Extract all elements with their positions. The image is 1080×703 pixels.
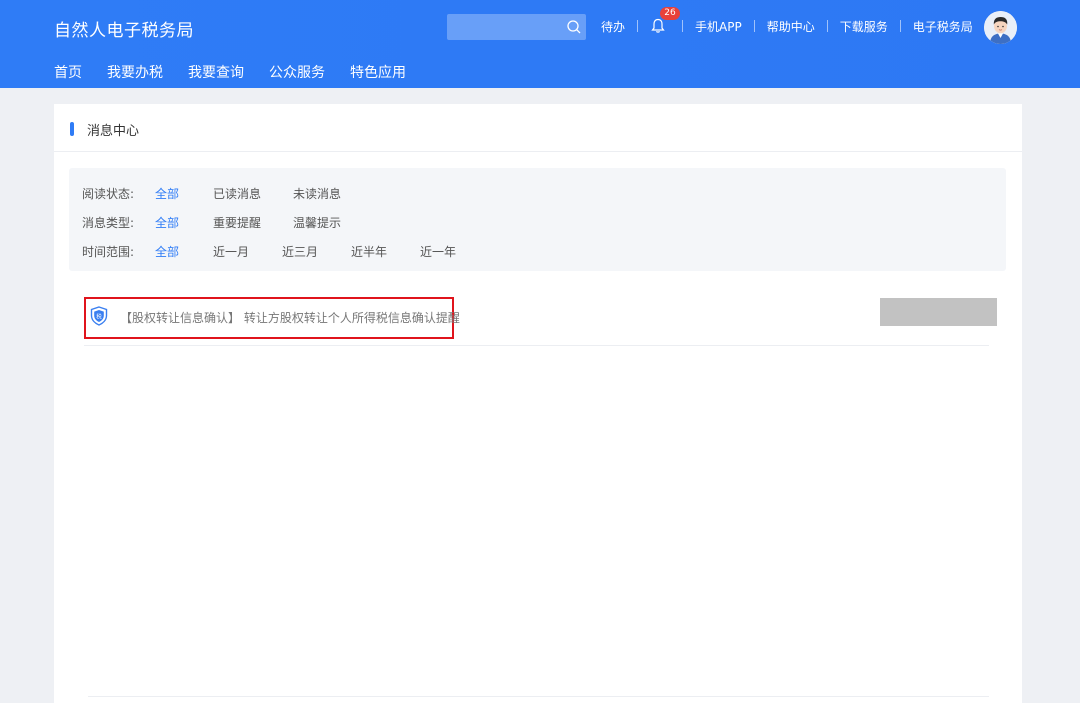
card-header: 消息中心: [54, 104, 1022, 152]
shield-glyph: 税: [96, 312, 102, 320]
divider: [753, 20, 755, 32]
nav-query[interactable]: 我要查询: [188, 62, 244, 82]
filter-read-status: 阅读状态: 全部 已读消息 未读消息: [82, 185, 341, 201]
user-avatar[interactable]: [984, 11, 1017, 44]
filter-label: 阅读状态:: [82, 186, 135, 201]
help-center-link[interactable]: 帮助中心: [767, 18, 815, 35]
filter-option-unread[interactable]: 未读消息: [293, 185, 341, 202]
filter-option-important[interactable]: 重要提醒: [213, 214, 293, 231]
search-icon[interactable]: [566, 19, 582, 35]
shield-icon: 税: [90, 306, 108, 326]
top-links: 待办 26 手机APP 帮助中心 下载服务 电子税务局: [601, 7, 973, 35]
filter-time-range: 时间范围: 全部 近一月 近三月 近半年 近一年: [82, 243, 456, 259]
avatar-icon: [984, 11, 1017, 44]
divider: [88, 696, 989, 697]
main-nav: 首页 我要办税 我要查询 公众服务 特色应用: [54, 62, 431, 82]
filter-option-3-months[interactable]: 近三月: [282, 243, 351, 260]
message-list: 税 【股权转让信息确认】 转让方股权转让个人所得税信息确认提醒: [84, 296, 997, 346]
filter-option-1-month[interactable]: 近一月: [213, 243, 282, 260]
nav-handle-tax[interactable]: 我要办税: [107, 62, 163, 82]
filter-label: 时间范围:: [82, 244, 135, 259]
download-service-link[interactable]: 下载服务: [840, 18, 888, 35]
filter-option-half-year[interactable]: 近半年: [351, 243, 420, 260]
divider: [899, 20, 901, 32]
message-action-button[interactable]: [880, 298, 997, 326]
page-title: 消息中心: [87, 124, 140, 139]
filter-message-type: 消息类型: 全部 重要提醒 温馨提示: [82, 214, 341, 230]
filter-option-all[interactable]: 全部: [155, 185, 213, 202]
site-brand[interactable]: 自然人电子税务局: [54, 16, 194, 41]
filter-option-1-year[interactable]: 近一年: [420, 243, 456, 260]
filter-panel: 阅读状态: 全部 已读消息 未读消息 消息类型: 全部 重要提醒 温馨提示 时间…: [69, 168, 1006, 271]
divider: [682, 20, 684, 32]
divider: [637, 20, 639, 32]
search-box[interactable]: [447, 14, 586, 40]
bell-icon: [651, 18, 665, 33]
message-center-card: 消息中心 阅读状态: 全部 已读消息 未读消息 消息类型: 全部 重要提醒 温馨…: [54, 104, 1022, 703]
top-header: 自然人电子税务局 待办 26 手机APP 帮助中心 下载服务 电子税务局 首页 …: [0, 0, 1080, 88]
filter-option-read[interactable]: 已读消息: [213, 185, 293, 202]
divider: [826, 20, 828, 32]
mobile-app-link[interactable]: 手机APP: [695, 18, 742, 35]
filter-option-all[interactable]: 全部: [155, 243, 213, 260]
title-accent-bar: [70, 122, 74, 136]
todo-link[interactable]: 待办: [601, 18, 625, 35]
e-tax-bureau-link[interactable]: 电子税务局: [913, 18, 973, 35]
list-item[interactable]: 税 【股权转让信息确认】 转让方股权转让个人所得税信息确认提醒: [84, 296, 997, 346]
nav-special-apps[interactable]: 特色应用: [350, 62, 406, 82]
notification-button[interactable]: 26: [650, 7, 681, 34]
filter-option-tips[interactable]: 温馨提示: [293, 214, 341, 231]
nav-public-service[interactable]: 公众服务: [269, 62, 325, 82]
message-title[interactable]: 【股权转让信息确认】 转让方股权转让个人所得税信息确认提醒: [120, 309, 460, 326]
notification-badge: 26: [660, 7, 681, 20]
nav-home[interactable]: 首页: [54, 62, 82, 82]
filter-option-all[interactable]: 全部: [155, 214, 213, 231]
filter-label: 消息类型:: [82, 215, 135, 230]
